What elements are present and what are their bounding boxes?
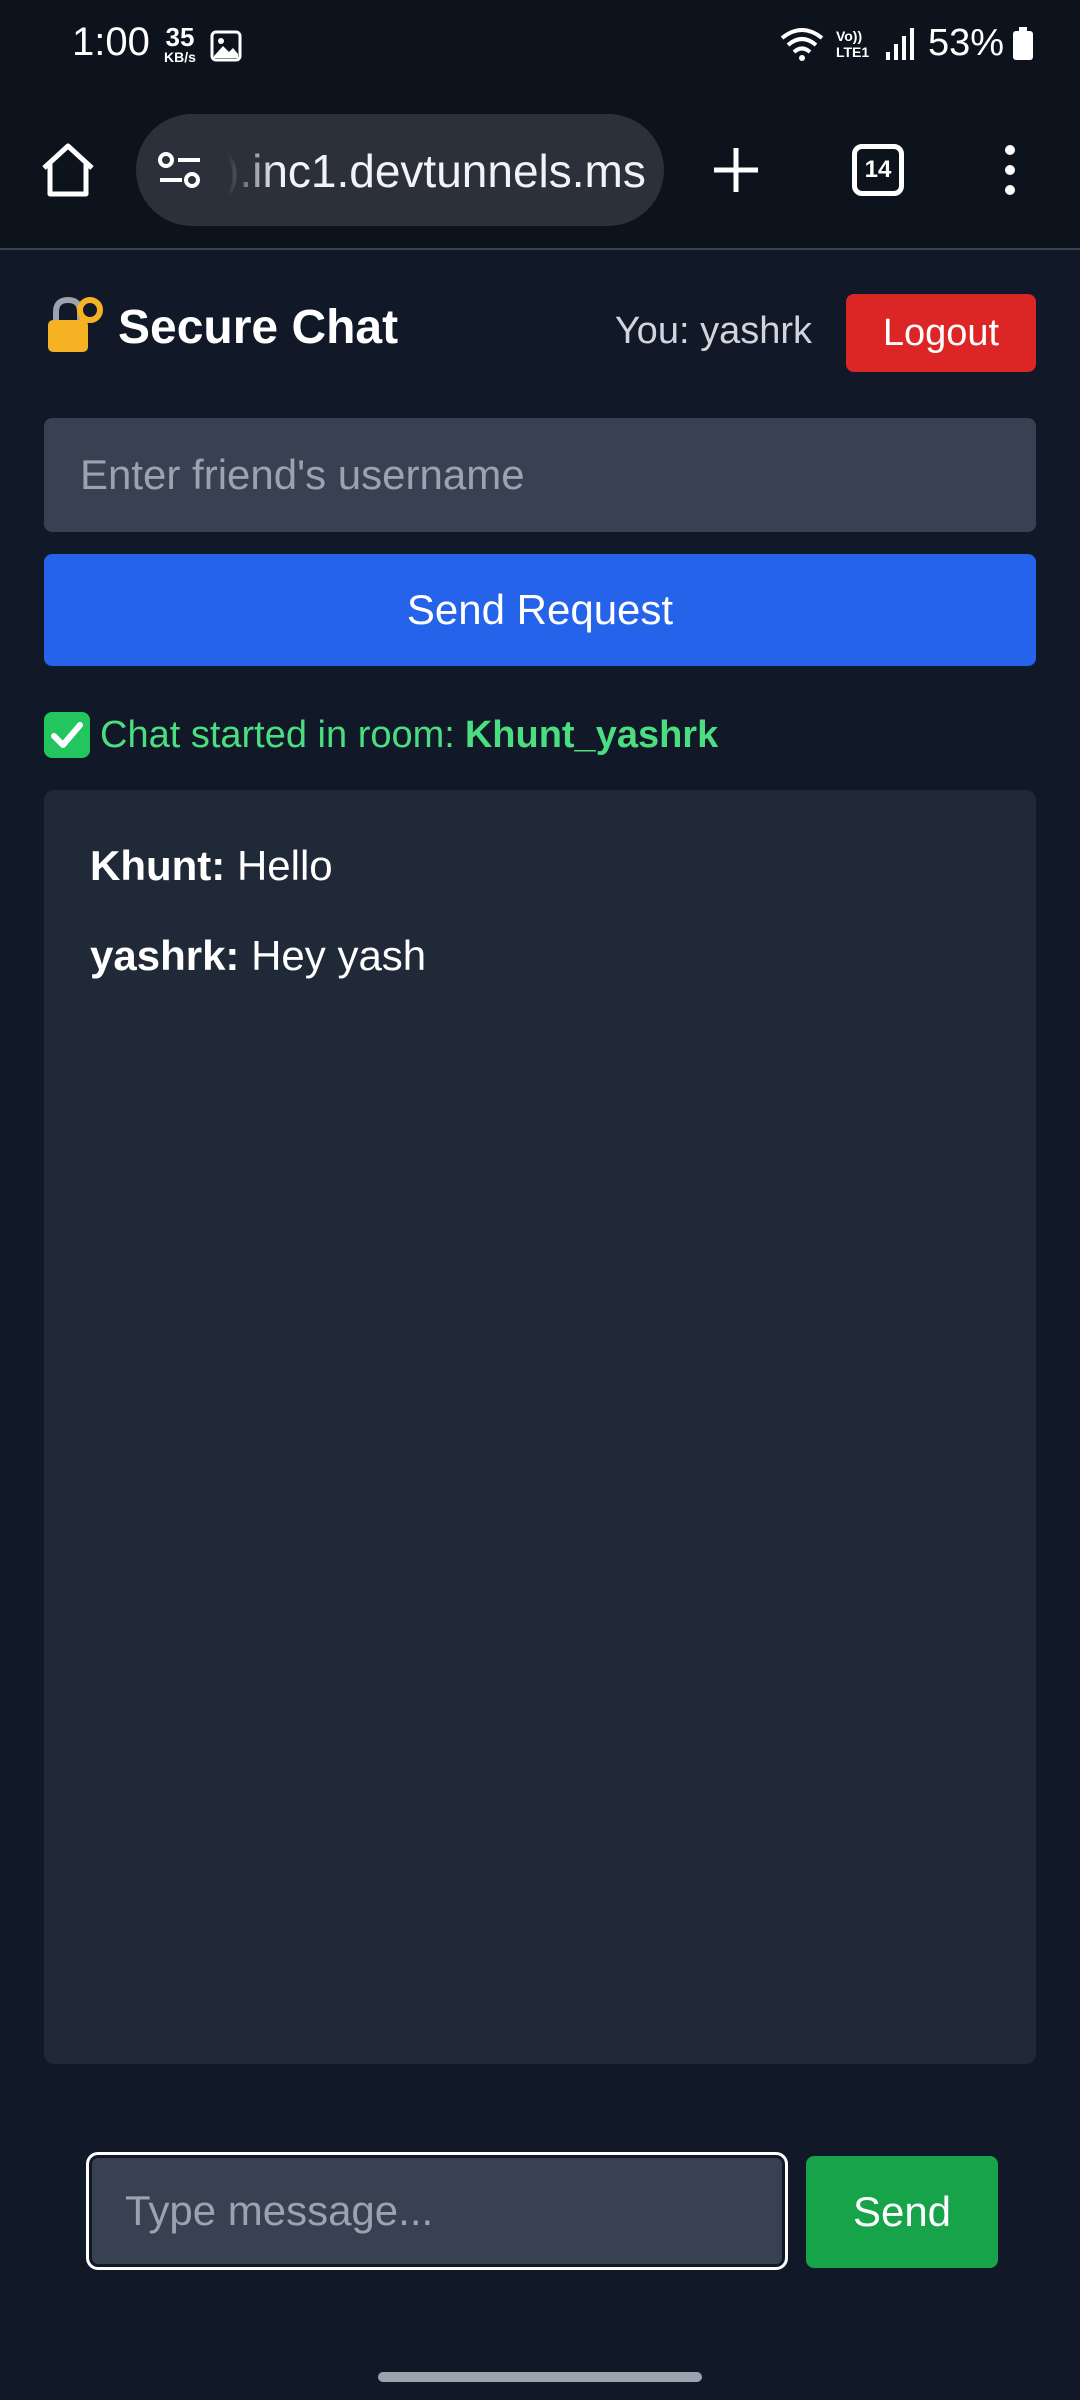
room-name: Khunt_yashrk xyxy=(464,713,719,756)
chat-message: Khunt: Hello xyxy=(90,842,333,890)
app-header: Secure Chat You: yashrk Logout xyxy=(44,290,1036,372)
network-speed-unit: KB/s xyxy=(164,49,196,65)
message-text: Hello xyxy=(236,842,333,889)
tab-switcher-button[interactable]: 14 xyxy=(852,144,904,196)
message-input[interactable] xyxy=(86,2152,788,2270)
browser-toolbar: ).inc1.devtunnels.ms 14 xyxy=(0,92,1080,250)
network-speed-value: 35 xyxy=(165,22,195,52)
message-text: Hey yash xyxy=(251,932,427,979)
home-icon[interactable] xyxy=(36,138,100,202)
url-fade xyxy=(216,114,276,226)
app-title: Secure Chat xyxy=(118,301,399,354)
url-text: ).inc1.devtunnels.ms xyxy=(224,145,646,197)
check-mark-icon xyxy=(44,712,90,758)
signal-icon xyxy=(885,27,914,60)
volte-label: Vo)) LTE1 xyxy=(835,27,870,60)
friend-username-input[interactable] xyxy=(44,418,1036,532)
battery-percent: 53% xyxy=(927,22,1004,64)
room-status: Chat started in room: Khunt_yashrk xyxy=(44,712,718,758)
gesture-navigation-bar[interactable] xyxy=(378,2372,702,2382)
new-tab-icon[interactable] xyxy=(704,138,768,202)
status-indicators: Vo)) LTE1 53% xyxy=(778,22,1044,65)
message-author: Khunt: xyxy=(90,842,226,889)
image-notification-icon xyxy=(210,30,242,67)
logout-button[interactable]: Logout xyxy=(846,294,1036,372)
room-status-text: Chat started in room: xyxy=(100,713,455,756)
chat-message-list[interactable]: Khunt: Hello yashrk: Hey yash xyxy=(44,790,1036,2064)
battery-icon xyxy=(1013,26,1033,60)
site-settings-icon[interactable] xyxy=(158,150,202,195)
current-user-label: You: yashrk xyxy=(614,310,812,352)
network-speed: 35 KB/s xyxy=(160,24,200,64)
lock-with-key-icon xyxy=(44,294,106,356)
chat-message: yashrk: Hey yash xyxy=(90,932,426,980)
send-request-button[interactable]: Send Request xyxy=(44,554,1036,666)
address-bar[interactable]: ).inc1.devtunnels.ms xyxy=(136,114,664,226)
status-bar: 1:00 35 KB/s Vo)) LTE1 53% xyxy=(0,0,1080,92)
message-author: yashrk: xyxy=(90,932,240,979)
wifi-icon xyxy=(780,27,824,61)
more-menu-icon[interactable] xyxy=(990,138,1030,202)
status-time: 1:00 xyxy=(72,20,150,64)
send-message-button[interactable]: Send xyxy=(806,2156,998,2268)
